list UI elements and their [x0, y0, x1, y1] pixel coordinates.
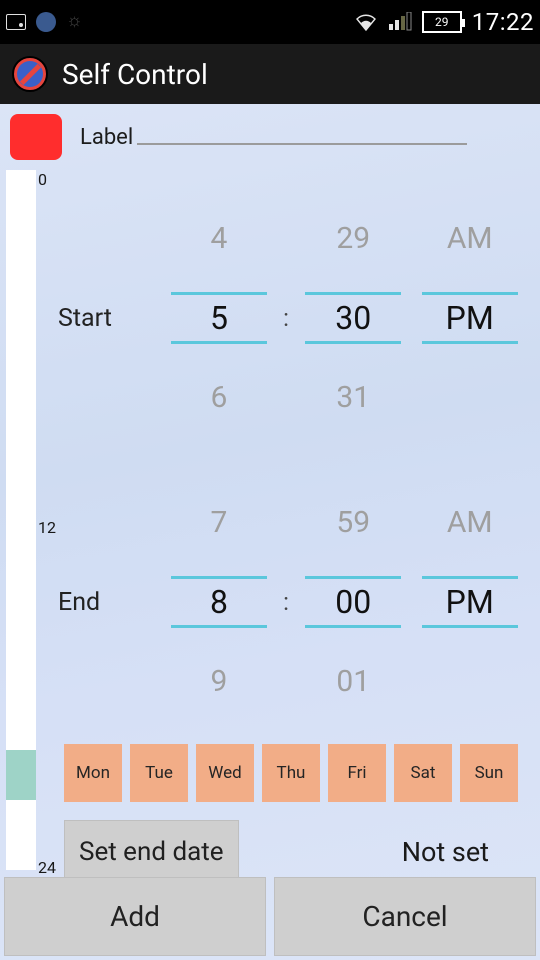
end-ampm[interactable]: PM: [411, 576, 528, 628]
day-sat[interactable]: Sat: [394, 744, 452, 802]
end-hour-prev[interactable]: 7: [161, 505, 278, 547]
add-button[interactable]: Add: [4, 877, 266, 956]
end-date-value: Not set: [402, 836, 489, 868]
cancel-button[interactable]: Cancel: [274, 877, 536, 956]
time-separator: :: [277, 304, 295, 332]
day-sun[interactable]: Sun: [460, 744, 518, 802]
app-bar: Self Control: [0, 44, 540, 104]
timeline-track: [6, 170, 36, 870]
end-label: End: [58, 588, 161, 617]
content-area: Label 0 12 24 4 29 AM Start 5 : 30 PM 6 …: [0, 104, 540, 960]
app-icon: [12, 56, 48, 92]
app-title: Self Control: [62, 58, 208, 91]
start-hour-next[interactable]: 6: [161, 373, 278, 415]
start-hour-prev[interactable]: 4: [161, 221, 278, 263]
start-minute-prev[interactable]: 29: [295, 221, 412, 263]
start-ampm[interactable]: PM: [411, 292, 528, 344]
clock: 17:22: [472, 8, 534, 36]
time-separator: :: [277, 588, 295, 616]
end-time-picker: 7 59 AM End 8 : 00 PM 9 01: [58, 488, 528, 716]
label-input[interactable]: [137, 143, 467, 145]
battery-level: 29: [435, 15, 449, 29]
wifi-icon: [354, 12, 378, 32]
start-label: Start: [58, 304, 161, 333]
timeline-tick-0: 0: [38, 170, 47, 189]
days-row: Mon Tue Wed Thu Fri Sat Sun: [64, 744, 518, 802]
status-bar: 1 29 17:22: [0, 0, 540, 44]
end-ampm-prev[interactable]: AM: [411, 505, 528, 547]
signal-icon: 1: [388, 12, 412, 32]
timeline-filled: [6, 750, 36, 800]
day-wed[interactable]: Wed: [196, 744, 254, 802]
day-thu[interactable]: Thu: [262, 744, 320, 802]
day-tue[interactable]: Tue: [130, 744, 188, 802]
label-field-title: Label: [80, 125, 133, 150]
day-fri[interactable]: Fri: [328, 744, 386, 802]
timeline-tick-12: 12: [38, 518, 56, 537]
globe-icon: [36, 12, 56, 32]
end-minute-prev[interactable]: 59: [295, 505, 412, 547]
start-time-picker: 4 29 AM Start 5 : 30 PM 6 31: [58, 204, 528, 432]
start-minute-next[interactable]: 31: [295, 373, 412, 415]
end-minute[interactable]: 00: [295, 576, 412, 628]
color-chip[interactable]: [10, 114, 62, 160]
day-mon[interactable]: Mon: [64, 744, 122, 802]
end-hour-next[interactable]: 9: [161, 657, 278, 699]
battery-icon: 29: [422, 11, 462, 33]
start-ampm-prev[interactable]: AM: [411, 221, 528, 263]
brightness-icon: [66, 13, 84, 31]
picture-icon: [6, 14, 26, 30]
end-hour[interactable]: 8: [161, 576, 278, 628]
start-minute[interactable]: 30: [295, 292, 412, 344]
end-minute-next[interactable]: 01: [295, 657, 412, 699]
start-hour[interactable]: 5: [161, 292, 278, 344]
